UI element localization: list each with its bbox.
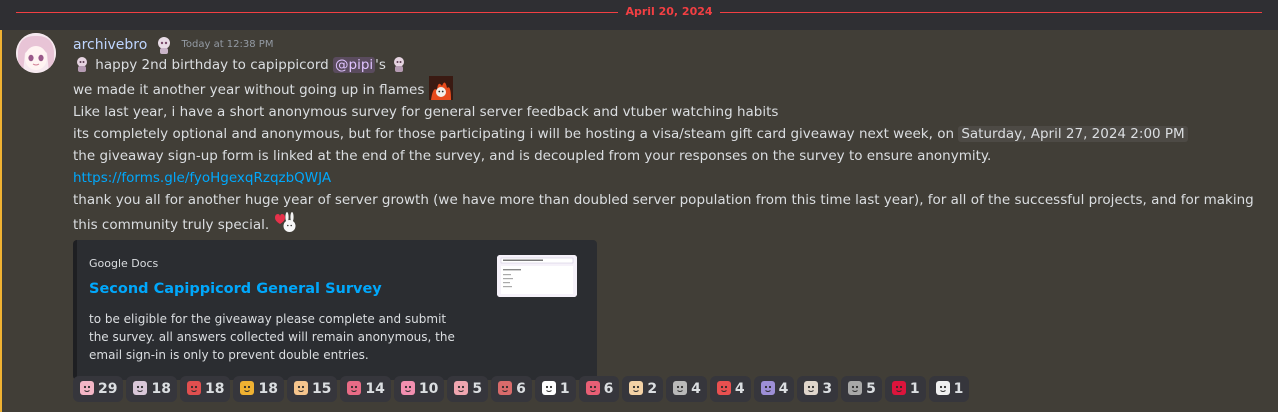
reaction-bar: 29 18 18 18 15 14 10 5 6 1 6 2 4 4 4 3 5 1 1: [73, 376, 972, 402]
reaction-count: 6: [603, 381, 614, 397]
red-card-emoji: [716, 380, 732, 396]
date-label: April 20, 2024: [625, 5, 713, 18]
separator-line-right: [720, 12, 1262, 13]
purple-chibi-emoji: [760, 380, 776, 396]
reaction-count: 5: [866, 381, 876, 397]
message-content: archivebro Today at 12:38 PM happy 2nd b…: [73, 33, 1273, 380]
reaction-chip[interactable]: 29: [73, 376, 124, 402]
reaction-chip[interactable]: 18: [179, 376, 231, 402]
user-mention[interactable]: @pipi: [333, 57, 376, 73]
message-line: the giveaway sign-up form is linked at t…: [73, 148, 992, 164]
reaction-chip[interactable]: 2: [622, 376, 664, 402]
bell-emoji: [453, 380, 469, 396]
embed-thumbnail[interactable]: [497, 255, 577, 297]
reaction-count: 14: [365, 381, 385, 397]
message-line: happy 2nd birthday to capippicord @pipi '…: [73, 54, 1273, 76]
date-separator: April 20, 2024: [16, 5, 1262, 19]
message-timestamp[interactable]: Today at 12:38 PM: [181, 39, 273, 50]
gray-creature-emoji: [672, 380, 688, 396]
embed-provider: Google Docs: [89, 257, 159, 270]
role-icon[interactable]: [154, 35, 174, 55]
avatar[interactable]: [16, 33, 56, 73]
message-text: its completely optional and anonymous, b…: [73, 126, 959, 142]
chibi-emoji: [132, 380, 148, 396]
timestamp-chip[interactable]: Saturday, April 27, 2024 2:00 PM: [958, 126, 1188, 142]
reaction-chip[interactable]: 1: [884, 376, 926, 402]
message-line: Like last year, i have a short anonymous…: [73, 104, 779, 120]
reaction-count: 4: [691, 381, 701, 397]
chibi-emoji[interactable]: [73, 55, 91, 73]
message-text: happy 2nd birthday to capippicord: [91, 57, 333, 73]
reaction-chip[interactable]: 5: [447, 376, 489, 402]
reaction-chip[interactable]: 4: [666, 376, 707, 402]
reaction-count: 29: [98, 381, 118, 397]
reaction-chip[interactable]: 4: [709, 376, 751, 402]
heart-bunny-emoji[interactable]: [273, 211, 297, 235]
blob-emoji: [497, 380, 513, 396]
reaction-chip[interactable]: 6: [578, 376, 620, 402]
reaction-count: 4: [734, 381, 745, 397]
poland-flag-emoji: [891, 380, 907, 396]
flames-emoji[interactable]: [428, 76, 453, 100]
message-line: we made it another year without going up…: [73, 76, 1273, 101]
embed-description: to be eligible for the giveaway please c…: [89, 312, 455, 362]
message-line: thank you all for another huge year of s…: [73, 189, 1273, 236]
message-text: we made it another year without going up…: [73, 82, 429, 98]
reaction-count: 18: [204, 381, 225, 397]
chibi-emoji[interactable]: [390, 55, 408, 73]
reaction-count: 15: [311, 381, 332, 397]
cheer-emoji: [293, 380, 309, 396]
reaction-chip[interactable]: 6: [491, 376, 532, 402]
cake-emoji: [400, 380, 416, 396]
reaction-chip[interactable]: 4: [753, 376, 795, 402]
reading-emoji: [803, 380, 819, 396]
bunny-card-emoji: [541, 380, 557, 396]
message-line: https://forms.gle/fyoHgexqRzqzbQWJA: [73, 167, 1273, 189]
reaction-count: 1: [909, 381, 920, 397]
heart-bunny-emoji: [585, 380, 601, 396]
face-emoji: [79, 380, 95, 396]
sticker-emoji: [628, 380, 644, 396]
reaction-chip[interactable]: 18: [126, 376, 177, 402]
reaction-chip[interactable]: 1: [534, 376, 576, 402]
heart-bunny-emoji: [935, 380, 951, 396]
mention-highlight-bar: [0, 30, 2, 412]
reaction-count: 1: [953, 381, 964, 397]
message-text: thank you all for another huge year of s…: [73, 192, 1254, 233]
separator-line-left: [16, 12, 618, 13]
embed-title[interactable]: Second Capippicord General Survey: [89, 281, 382, 297]
username[interactable]: archivebro: [73, 37, 147, 53]
heart-girl-emoji: [346, 380, 362, 396]
reaction-count: 5: [472, 381, 483, 397]
reaction-count: 1: [559, 381, 570, 397]
survey-link[interactable]: https://forms.gle/fyoHgexqRzqzbQWJA: [73, 170, 331, 186]
reaction-count: 18: [151, 381, 171, 397]
reaction-chip[interactable]: 1: [928, 376, 970, 402]
message-line: its completely optional and anonymous, b…: [73, 123, 1273, 145]
message-text: 's: [375, 57, 391, 73]
reaction-chip[interactable]: 5: [841, 376, 882, 402]
red-emoji: [186, 380, 202, 396]
reaction-count: 2: [647, 381, 658, 397]
reaction-chip[interactable]: 18: [233, 376, 284, 402]
gray-creature-emoji: [847, 380, 863, 396]
reaction-count: 4: [778, 381, 789, 397]
reaction-chip[interactable]: 15: [286, 376, 338, 402]
reaction-count: 6: [516, 381, 526, 397]
reaction-chip[interactable]: 3: [797, 376, 839, 402]
reaction-count: 3: [822, 381, 833, 397]
reaction-count: 10: [418, 381, 439, 397]
link-embed: Google Docs Second Capippicord General S…: [73, 240, 597, 380]
reaction-chip[interactable]: 14: [340, 376, 391, 402]
party-popper-emoji: [239, 380, 255, 396]
message-header: archivebro Today at 12:38 PM: [73, 33, 1273, 54]
reaction-chip[interactable]: 10: [393, 376, 445, 402]
reaction-count: 18: [258, 381, 278, 397]
